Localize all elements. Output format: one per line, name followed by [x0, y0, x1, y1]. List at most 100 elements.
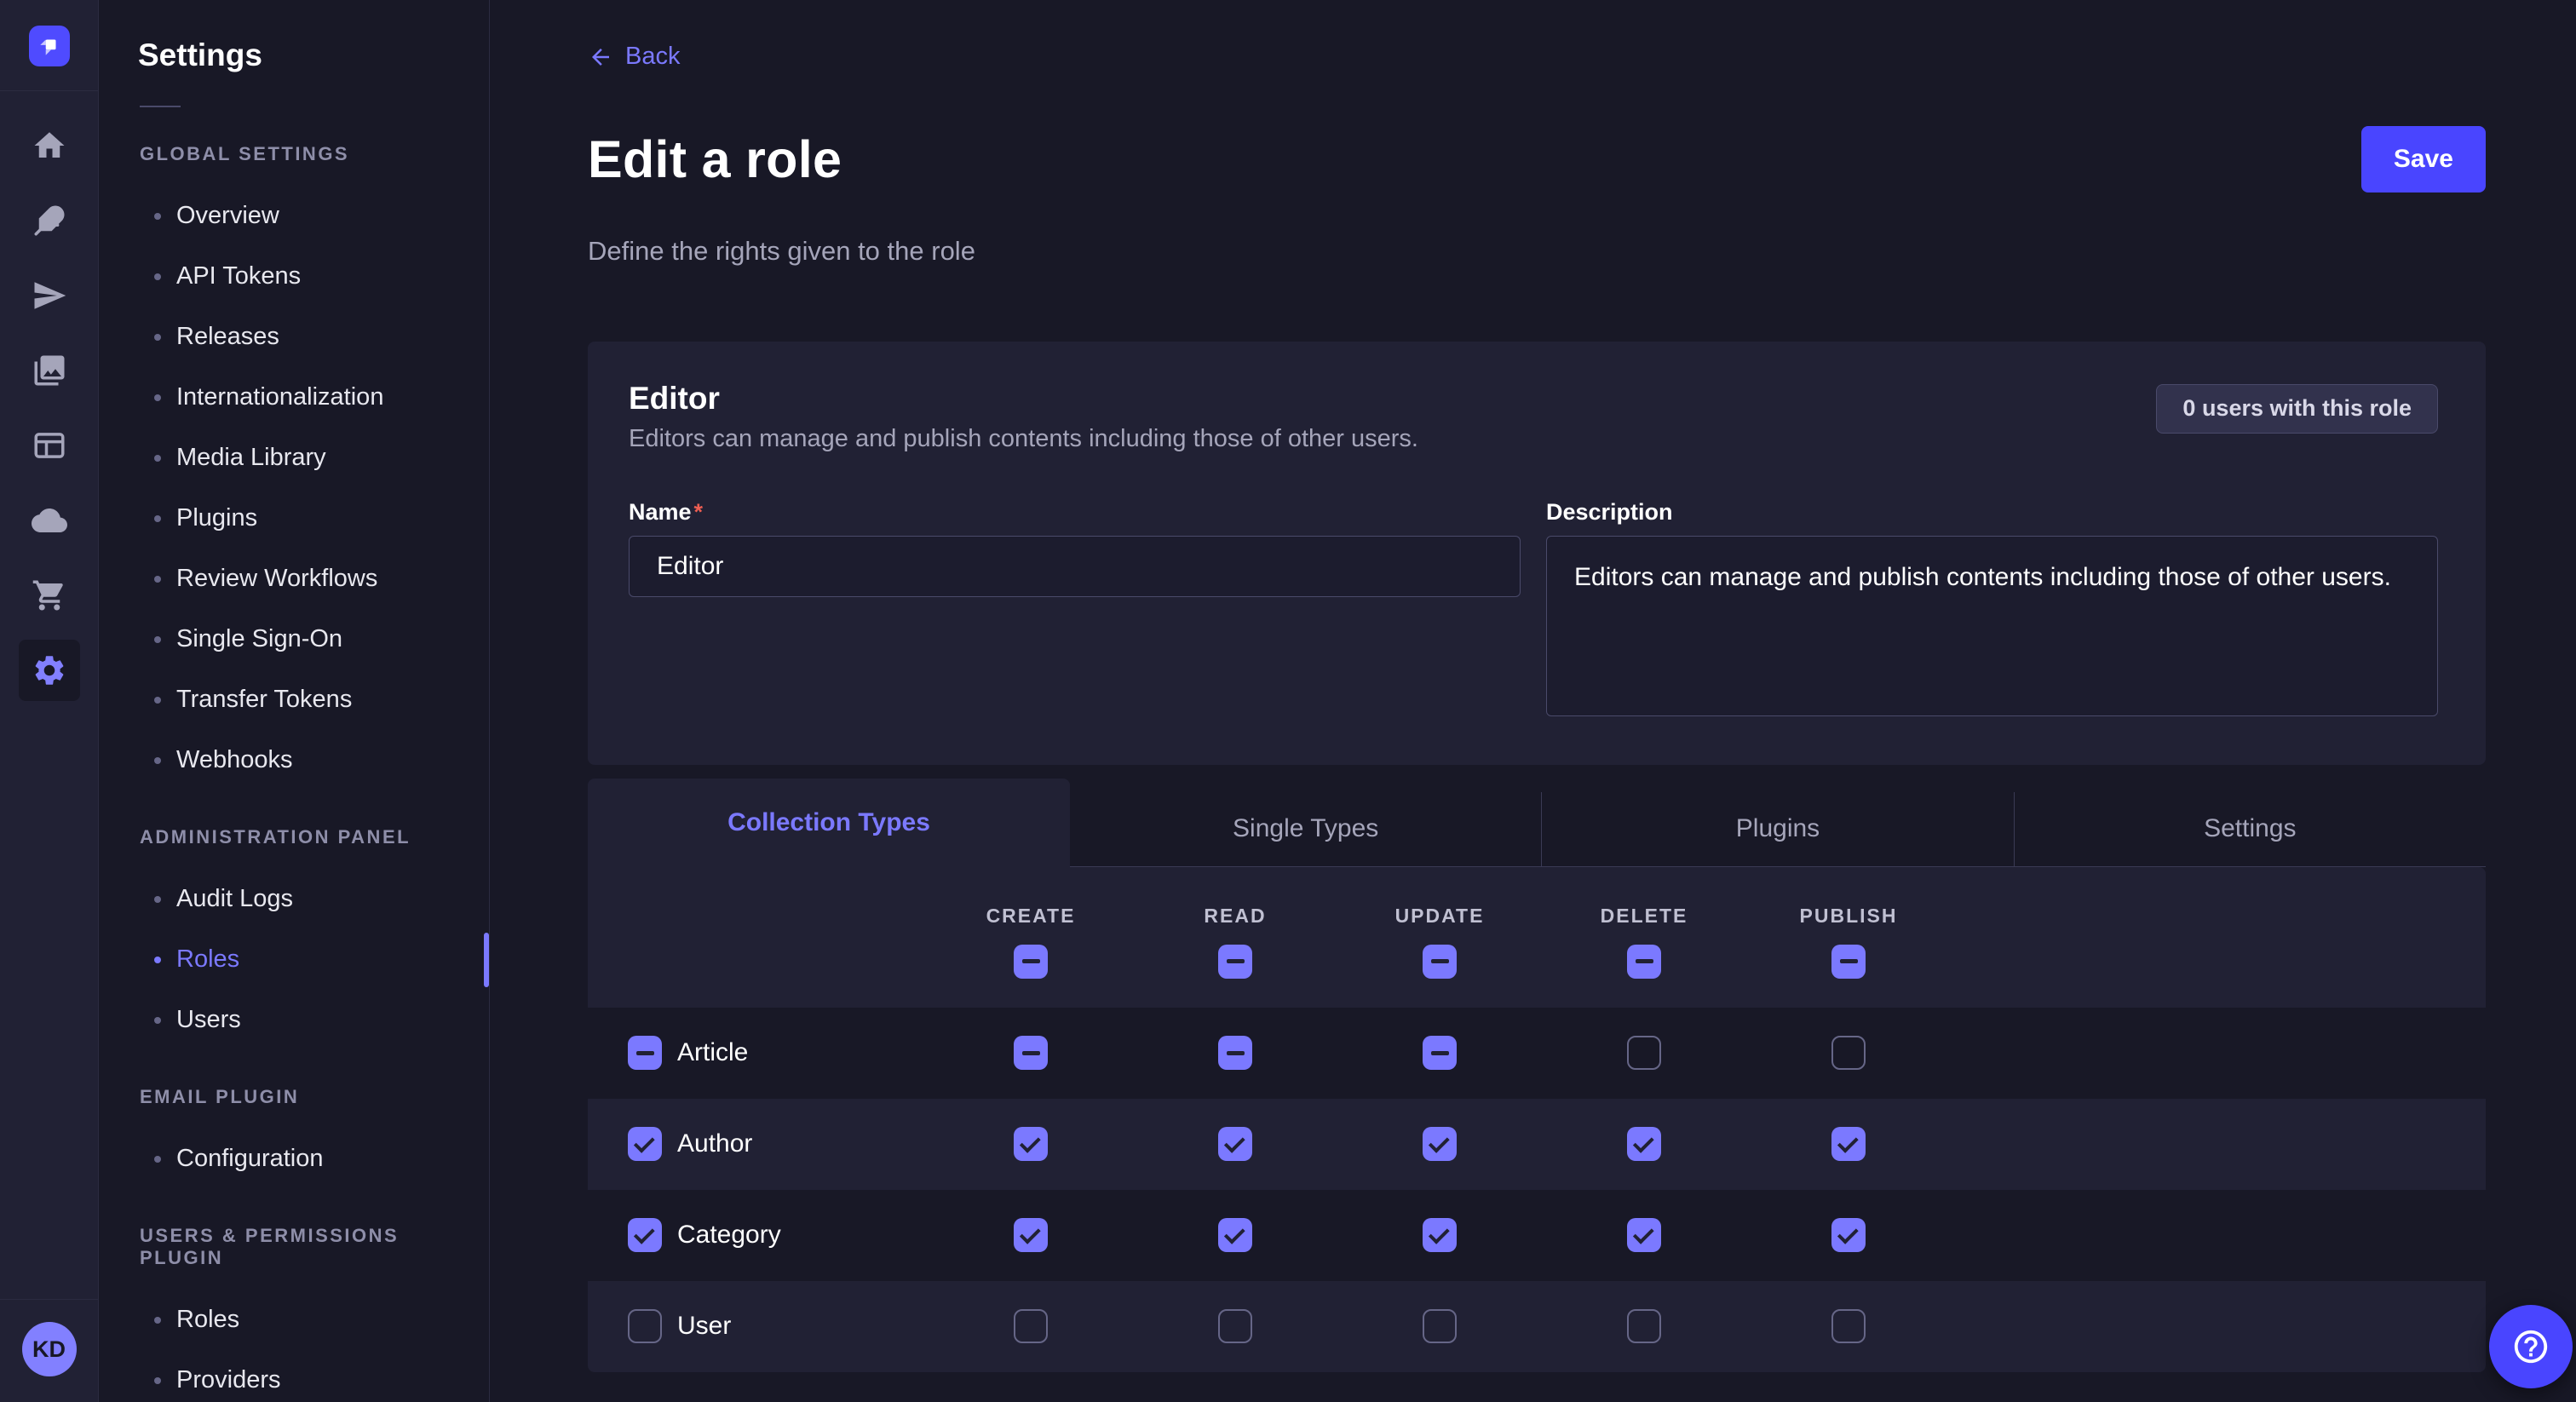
strapi-logo[interactable]	[29, 26, 70, 66]
section-list-administration-panel: Audit LogsRolesUsers	[100, 869, 489, 1050]
name-field-group: Name*	[629, 499, 1521, 597]
row-select-author-checkbox[interactable]	[628, 1127, 662, 1161]
checkbox-article-publish[interactable]	[1831, 1036, 1866, 1070]
rail-item-media[interactable]	[19, 340, 80, 401]
subnav-title-rule	[140, 106, 181, 107]
tab-settings[interactable]: Settings	[2014, 792, 2486, 867]
column-header-delete: DELETE	[1542, 905, 1746, 928]
role-description-text: Editors can manage and publish contents …	[629, 425, 1418, 453]
rail-item-home[interactable]	[19, 115, 80, 176]
subnav-item-providers[interactable]: Providers	[100, 1350, 489, 1402]
checkbox-author-update[interactable]	[1423, 1127, 1457, 1161]
description-field-label: Description	[1546, 499, 1673, 525]
row-select-article-checkbox[interactable]	[628, 1036, 662, 1070]
description-textarea[interactable]: Editors can manage and publish contents …	[1546, 536, 2438, 716]
select-all-delete-checkbox[interactable]	[1627, 945, 1661, 979]
checkbox-user-read[interactable]	[1218, 1309, 1252, 1343]
subnav-item-releases[interactable]: Releases	[100, 307, 489, 367]
send-icon	[32, 278, 67, 313]
tab-plugins[interactable]: Plugins	[1541, 792, 2013, 867]
checkbox-category-publish[interactable]	[1831, 1218, 1866, 1252]
section-list-global-settings: Overview API TokensReleasesInternationali…	[100, 186, 489, 790]
bullet-icon	[154, 757, 161, 764]
subnav-item-plugins[interactable]: Plugins	[100, 488, 489, 549]
name-input[interactable]	[629, 536, 1521, 597]
subnav-title: Settings	[138, 37, 489, 73]
layout-icon	[32, 428, 67, 463]
checkbox-user-create[interactable]	[1014, 1309, 1048, 1343]
bullet-icon	[154, 957, 161, 963]
rail-item-settings[interactable]	[19, 640, 80, 701]
subnav-item-internationalization[interactable]: Internationalization	[100, 367, 489, 428]
tab-single-types[interactable]: Single Types	[1070, 792, 1541, 867]
users-with-role-badge[interactable]: 0 users with this role	[2156, 384, 2438, 434]
checkbox-category-delete[interactable]	[1627, 1218, 1661, 1252]
subnav-item-users[interactable]: Users	[100, 990, 489, 1050]
checkbox-article-create[interactable]	[1014, 1036, 1048, 1070]
subnav-item-roles[interactable]: Roles	[100, 1290, 489, 1350]
help-button[interactable]	[2489, 1305, 2573, 1388]
subnav-item-label: Webhooks	[176, 746, 293, 774]
section-label-global-settings: GLOBAL SETTINGS	[140, 143, 489, 165]
subnav-item-configuration[interactable]: Configuration	[100, 1129, 489, 1189]
subnav-item-single-sign-on[interactable]: Single Sign-On	[100, 609, 489, 669]
rail-item-layout[interactable]	[19, 415, 80, 476]
checkbox-author-create[interactable]	[1014, 1127, 1048, 1161]
permissions-section: Collection TypesSingle TypesPluginsSetti…	[588, 779, 2486, 1372]
checkbox-article-read[interactable]	[1218, 1036, 1252, 1070]
bullet-icon	[154, 697, 161, 704]
main-nav-rail: KD	[0, 0, 99, 1402]
bullet-icon	[154, 515, 161, 522]
row-label-category: Category	[677, 1221, 781, 1250]
checkbox-category-read[interactable]	[1218, 1218, 1252, 1252]
checkbox-article-update[interactable]	[1423, 1036, 1457, 1070]
checkbox-user-update[interactable]	[1423, 1309, 1457, 1343]
rail-item-feather[interactable]	[19, 190, 80, 251]
subnav-item-transfer-tokens[interactable]: Transfer Tokens	[100, 669, 489, 730]
row-select-user-checkbox[interactable]	[628, 1309, 662, 1343]
user-avatar[interactable]: KD	[22, 1322, 77, 1376]
select-all-publish-checkbox[interactable]	[1831, 945, 1866, 979]
select-all-update-checkbox[interactable]	[1423, 945, 1457, 979]
tab-collection-types[interactable]: Collection Types	[588, 779, 1070, 867]
row-select-category-checkbox[interactable]	[628, 1218, 662, 1252]
bullet-icon	[154, 213, 161, 220]
permissions-table-body: ArticleAuthorCategoryUser	[588, 1008, 2486, 1372]
save-button[interactable]: Save	[2361, 126, 2486, 192]
back-link[interactable]: Back	[588, 43, 680, 71]
cart-icon	[32, 577, 67, 613]
select-all-read-checkbox[interactable]	[1218, 945, 1252, 979]
subnav-item-label: Overview	[176, 202, 279, 230]
subnav-item-audit-logs[interactable]: Audit Logs	[100, 869, 489, 929]
checkbox-author-publish[interactable]	[1831, 1127, 1866, 1161]
checkbox-author-read[interactable]	[1218, 1127, 1252, 1161]
column-header-create: CREATE	[929, 905, 1133, 928]
rail-icons	[19, 115, 80, 701]
checkbox-author-delete[interactable]	[1627, 1127, 1661, 1161]
role-details-card: Editor Editors can manage and publish co…	[588, 342, 2486, 765]
checkbox-article-delete[interactable]	[1627, 1036, 1661, 1070]
column-header-read: READ	[1133, 905, 1337, 928]
checkbox-user-publish[interactable]	[1831, 1309, 1866, 1343]
subnav-item-review-workflows[interactable]: Review Workflows	[100, 549, 489, 609]
settings-icon	[32, 652, 67, 688]
subnav-item-webhooks[interactable]: Webhooks	[100, 730, 489, 790]
strapi-logo-icon	[37, 33, 62, 59]
bullet-icon	[154, 1156, 161, 1163]
checkbox-category-update[interactable]	[1423, 1218, 1457, 1252]
rail-item-cart[interactable]	[19, 565, 80, 626]
subnav-item-overview[interactable]: Overview	[100, 186, 489, 246]
checkbox-category-create[interactable]	[1014, 1218, 1048, 1252]
checkbox-user-delete[interactable]	[1627, 1309, 1661, 1343]
rail-item-send[interactable]	[19, 265, 80, 326]
required-asterisk: *	[694, 499, 704, 525]
bullet-icon	[154, 636, 161, 643]
row-label-author: Author	[677, 1129, 752, 1158]
media-icon	[32, 353, 67, 388]
select-all-create-checkbox[interactable]	[1014, 945, 1048, 979]
subnav-item-api-tokens[interactable]: API Tokens	[100, 246, 489, 307]
subnav-item-media-library[interactable]: Media Library	[100, 428, 489, 488]
subnav-item-roles[interactable]: Roles	[100, 929, 489, 990]
bullet-icon	[154, 576, 161, 583]
rail-item-cloud[interactable]	[19, 490, 80, 551]
